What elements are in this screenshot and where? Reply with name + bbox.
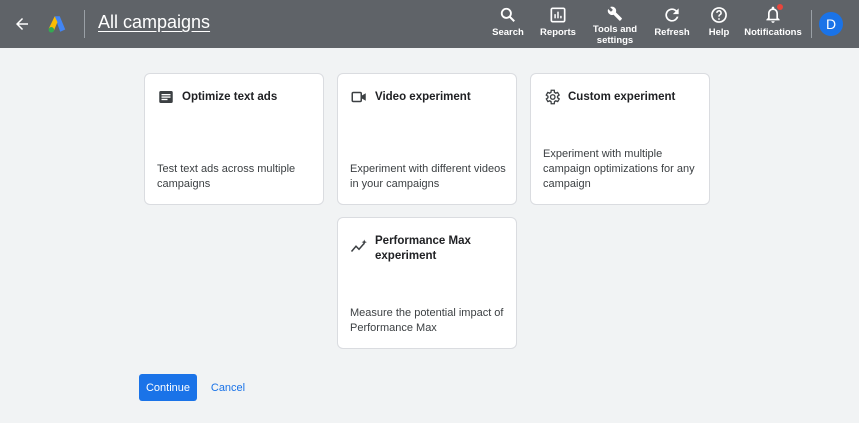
card-video-experiment[interactable]: Video experiment Experiment with differe… <box>337 73 517 205</box>
google-ads-logo-icon <box>48 16 66 33</box>
card-title: Custom experiment <box>568 91 676 103</box>
cancel-button[interactable]: Cancel <box>206 374 250 401</box>
nav-notifications-button[interactable]: Notifications <box>743 4 803 46</box>
card-description: Experiment with multiple campaign optimi… <box>543 148 695 190</box>
nav-tools-label-line2: settings <box>596 35 634 46</box>
header-divider-right <box>811 10 812 38</box>
video-camera-icon <box>351 91 366 103</box>
page-title-all-campaigns[interactable]: All campaigns <box>98 12 210 33</box>
card-description: Measure the potential impact of Performa… <box>350 307 504 334</box>
card-custom-experiment[interactable]: Custom experiment Experiment with multip… <box>530 73 710 205</box>
wrench-icon <box>607 6 622 21</box>
account-avatar[interactable]: D <box>819 12 843 36</box>
back-button[interactable] <box>10 12 34 36</box>
card-description: Test text ads across multiple campaigns <box>157 163 296 190</box>
nav-reports-label: Reports <box>540 27 576 38</box>
continue-button[interactable]: Continue <box>139 374 197 401</box>
notification-dot <box>777 4 783 10</box>
arrow-back-icon <box>16 18 28 30</box>
nav-reports-button[interactable]: Reports <box>538 4 578 46</box>
header-divider <box>84 10 85 38</box>
card-title: Video experiment <box>375 91 471 103</box>
text-ad-icon <box>159 91 173 103</box>
nav-refresh-label: Refresh <box>654 27 690 38</box>
card-optimize-text-ads[interactable]: Optimize text ads Test text ads across m… <box>144 73 324 205</box>
performance-spark-icon <box>350 239 367 252</box>
nav-help-button[interactable]: Help <box>704 4 734 46</box>
top-app-bar: All campaigns Search Reports Tools and s… <box>0 0 859 48</box>
card-title: Optimize text ads <box>182 91 278 103</box>
search-icon <box>500 7 515 22</box>
nav-tools-settings-button[interactable]: Tools and settings <box>590 4 640 46</box>
refresh-icon <box>665 8 679 22</box>
card-performance-max-experiment[interactable]: Performance Max experiment Measure the p… <box>337 217 517 349</box>
nav-help-label: Help <box>708 27 730 38</box>
nav-tools-label-line1: Tools and <box>592 24 638 35</box>
card-description: Experiment with different videos in your… <box>350 163 506 190</box>
nav-search-label: Search <box>492 27 524 38</box>
reports-icon <box>550 7 566 23</box>
nav-refresh-button[interactable]: Refresh <box>652 4 692 46</box>
help-icon <box>711 7 727 23</box>
card-title: Performance Max experiment <box>375 235 471 262</box>
gear-icon <box>545 89 561 105</box>
nav-notifications-label: Notifications <box>744 27 802 38</box>
nav-search-button[interactable]: Search <box>490 4 526 46</box>
